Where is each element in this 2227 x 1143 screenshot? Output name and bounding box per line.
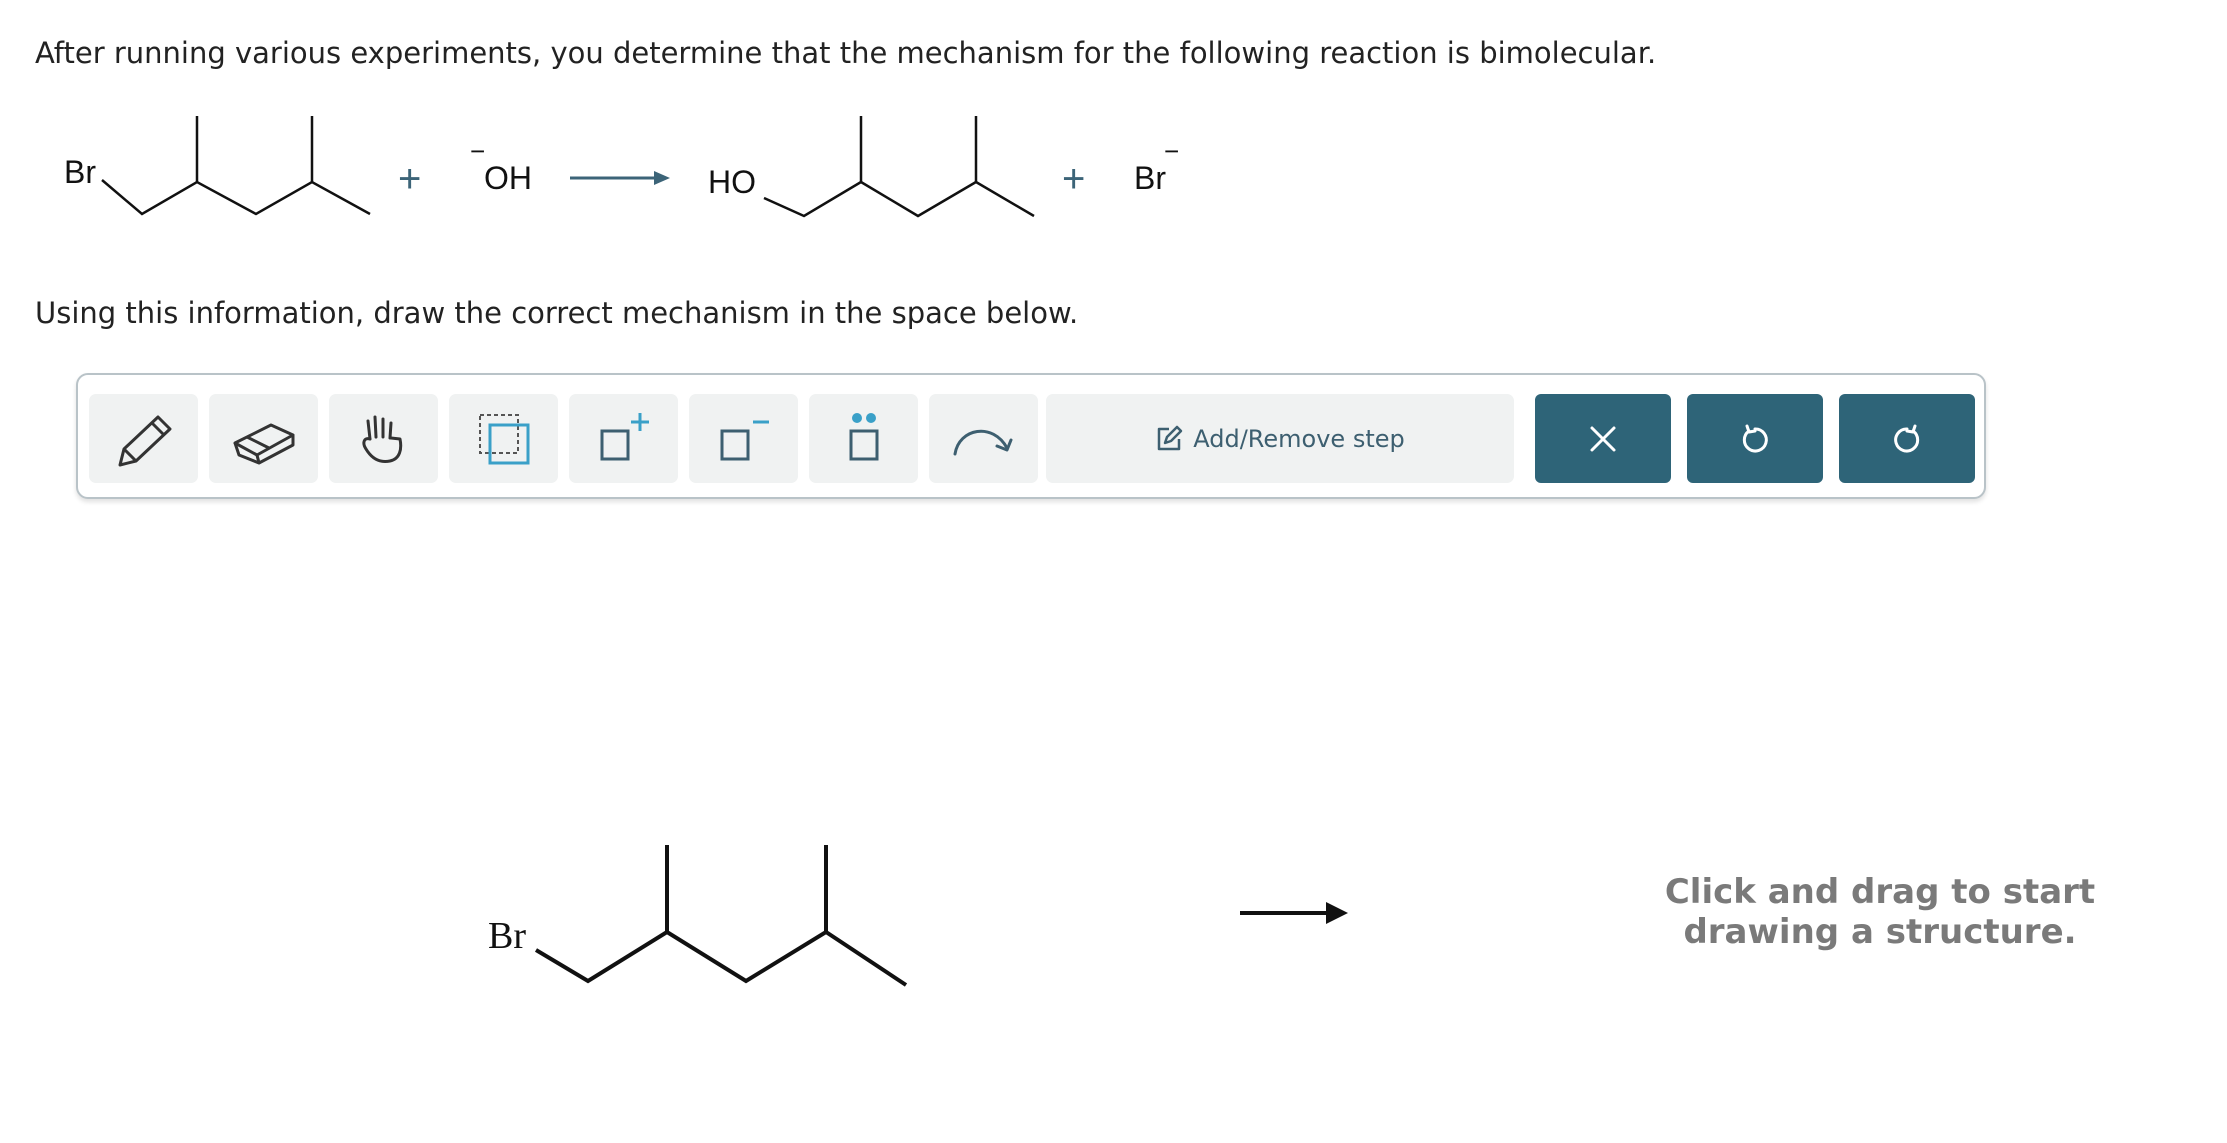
hand-icon (361, 415, 402, 463)
curved-arrow-icon (953, 429, 1012, 455)
product2-charge: − (1164, 136, 1179, 166)
hand-tool-button[interactable] (329, 394, 438, 483)
canvas-reaction-arrow (1240, 902, 1348, 924)
product2-label: Br (1134, 160, 1166, 196)
redo-button[interactable] (1839, 394, 1975, 483)
pencil-icon (118, 415, 171, 466)
close-icon (1590, 426, 1616, 451)
eraser-tool-button[interactable] (209, 394, 318, 483)
add-remove-step-button[interactable]: Add/Remove step (1046, 394, 1514, 483)
undo-button[interactable] (1687, 394, 1823, 483)
remove-charge-tool-button[interactable] (689, 394, 798, 483)
pencil-tool-button[interactable] (89, 394, 198, 483)
question-instruction: Using this information, draw the correct… (35, 296, 1079, 330)
plus-sign-2: + (1062, 157, 1085, 201)
question-intro: After running various experiments, you d… (35, 36, 1657, 70)
remove-charge-icon (720, 420, 769, 460)
lone-pair-icon (849, 412, 878, 460)
reactant1-skeleton (101, 116, 371, 216)
undo-icon (1742, 424, 1768, 452)
curved-arrow-tool-button[interactable] (929, 394, 1038, 483)
selection-icon (478, 413, 529, 464)
edit-icon (1158, 425, 1183, 450)
lone-pair-tool-button[interactable] (809, 394, 918, 483)
drawing-toolbar: Add/Remove step (76, 373, 1986, 499)
product1-skeleton (763, 116, 1035, 218)
redo-icon (1894, 424, 1920, 452)
reaction-equation: Br + − OH HO + Br − (64, 116, 1179, 218)
plus-sign-1: + (398, 157, 421, 201)
clear-button[interactable] (1535, 394, 1671, 483)
canvas-molecule-skeleton[interactable] (534, 845, 908, 987)
selection-tool-button[interactable] (449, 394, 558, 483)
product1-label: HO (708, 164, 756, 200)
reagent-label: OH (484, 160, 532, 196)
eraser-icon (233, 423, 294, 464)
reagent-charge: − (470, 136, 485, 166)
drawing-canvas[interactable]: Br (0, 500, 2227, 1143)
add-charge-tool-button[interactable] (569, 394, 678, 483)
reaction-arrow (570, 171, 670, 185)
add-charge-icon (600, 412, 649, 460)
step-label: Add/Remove step (1193, 424, 1405, 453)
reactant1-label: Br (64, 154, 96, 190)
canvas-hint: Click and drag to start drawing a struct… (1664, 872, 2096, 952)
canvas-molecule-label: Br (488, 915, 526, 957)
